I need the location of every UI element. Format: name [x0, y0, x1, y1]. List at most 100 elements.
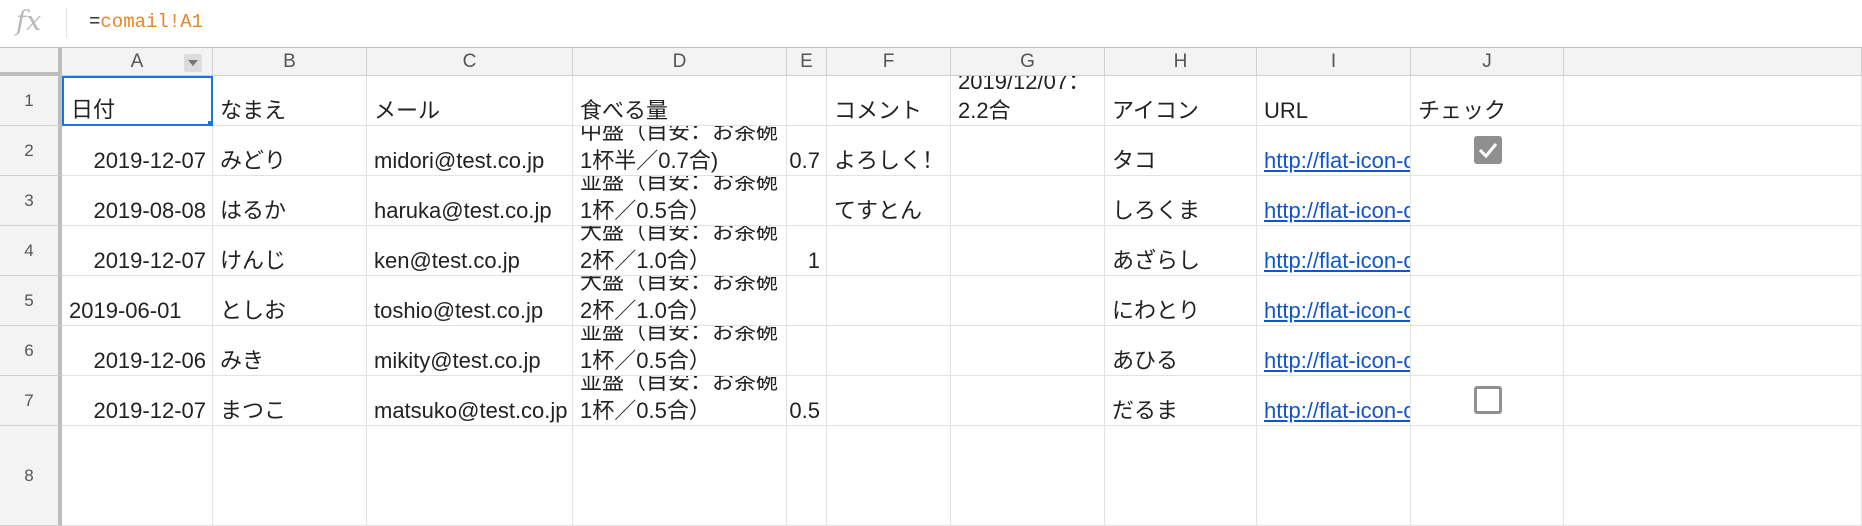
cell-date[interactable]: 2019-12-07 — [62, 126, 213, 176]
cell-comment[interactable] — [827, 376, 951, 426]
cell-date[interactable]: 2019-06-01 — [62, 276, 213, 326]
cell-name[interactable]: まつこ — [213, 376, 367, 426]
cell-email[interactable]: midori@test.co.jp — [367, 126, 573, 176]
column-header-i[interactable]: I — [1257, 48, 1411, 76]
cell-url[interactable]: http://flat-icon-des — [1257, 126, 1411, 176]
cell-g[interactable] — [951, 276, 1105, 326]
cell-e[interactable] — [787, 326, 827, 376]
column-header-h[interactable]: H — [1105, 48, 1257, 76]
cell-url[interactable]: http://flat-icon-des — [1257, 226, 1411, 276]
cell-date[interactable]: 2019-12-07 — [62, 226, 213, 276]
cell-name[interactable]: みき — [213, 326, 367, 376]
cell-e[interactable] — [787, 276, 827, 326]
cell-email[interactable]: toshio@test.co.jp — [367, 276, 573, 326]
cell-icon[interactable]: だるま — [1105, 376, 1257, 426]
cell-comment[interactable] — [827, 276, 951, 326]
cell-empty[interactable] — [367, 426, 573, 526]
header-email[interactable]: メール — [367, 76, 573, 126]
cell-g[interactable] — [951, 176, 1105, 226]
column-header-g[interactable]: G — [951, 48, 1105, 76]
cell-amount[interactable]: 並盛（目安：お茶碗1杯／0.5合） — [573, 326, 787, 376]
cell-name[interactable]: としお — [213, 276, 367, 326]
column-header-e[interactable]: E — [787, 48, 827, 76]
column-header-a[interactable]: A — [62, 48, 213, 76]
cell-e[interactable]: 0.7 — [787, 126, 827, 176]
cell-url[interactable]: http://flat-icon-des — [1257, 176, 1411, 226]
row-header-5[interactable]: 5 — [0, 276, 62, 326]
cell-amount[interactable]: 並盛（目安：お茶碗1杯／0.5合） — [573, 376, 787, 426]
cell-amount[interactable]: 大盛（目安：お茶碗2杯／1.0合） — [573, 226, 787, 276]
formula-input[interactable]: =comail!A1 — [89, 11, 203, 33]
header-name[interactable]: なまえ — [213, 76, 367, 126]
header-icon[interactable]: アイコン — [1105, 76, 1257, 126]
cell-empty[interactable] — [1411, 426, 1564, 526]
cell-icon[interactable]: タコ — [1105, 126, 1257, 176]
cell-icon[interactable]: しろくま — [1105, 176, 1257, 226]
cell-icon[interactable]: あひる — [1105, 326, 1257, 376]
cell-name[interactable]: けんじ — [213, 226, 367, 276]
cell-empty[interactable] — [951, 426, 1105, 526]
cell-empty[interactable] — [573, 426, 787, 526]
row-header-8[interactable]: 8 — [0, 426, 62, 526]
cell-url[interactable]: http://flat-icon-des — [1257, 276, 1411, 326]
url-link[interactable]: http://flat-icon-des — [1264, 296, 1410, 325]
row-header-4[interactable]: 4 — [0, 226, 62, 276]
cell-comment[interactable] — [827, 226, 951, 276]
column-header-b[interactable]: B — [213, 48, 367, 76]
url-link[interactable]: http://flat-icon-des — [1264, 346, 1410, 375]
checkbox-checked-icon[interactable] — [1473, 136, 1502, 164]
row-header-1[interactable]: 1 — [0, 76, 62, 126]
header-summary[interactable]: 2019/12/07：2.2合 — [951, 76, 1105, 126]
cell-empty[interactable] — [827, 426, 951, 526]
cell-check[interactable] — [1411, 176, 1564, 226]
row-header-6[interactable]: 6 — [0, 326, 62, 376]
row-header-7[interactable]: 7 — [0, 376, 62, 426]
column-header-j[interactable]: J — [1411, 48, 1564, 76]
cell-name[interactable]: はるか — [213, 176, 367, 226]
url-link[interactable]: http://flat-icon-des — [1264, 396, 1410, 425]
header-amount[interactable]: 食べる量 — [573, 76, 787, 126]
header-url[interactable]: URL — [1257, 76, 1411, 126]
cell-g[interactable] — [951, 326, 1105, 376]
column-header-d[interactable]: D — [573, 48, 787, 76]
cell-comment[interactable] — [827, 326, 951, 376]
url-link[interactable]: http://flat-icon-des — [1264, 196, 1410, 225]
select-all-corner[interactable] — [0, 48, 62, 76]
checkbox-unchecked-icon[interactable] — [1473, 386, 1502, 414]
url-link[interactable]: http://flat-icon-des — [1264, 146, 1410, 175]
cell-empty[interactable] — [1105, 426, 1257, 526]
cell-check[interactable] — [1411, 226, 1564, 276]
cell-amount[interactable]: 大盛（目安：お茶碗2杯／1.0合） — [573, 276, 787, 326]
cell-empty[interactable] — [787, 426, 827, 526]
cell-email[interactable]: matsuko@test.co.jp — [367, 376, 573, 426]
cell-g[interactable] — [951, 226, 1105, 276]
filter-dropdown-icon[interactable] — [184, 54, 202, 72]
row-header-3[interactable]: 3 — [0, 176, 62, 226]
cell-url[interactable]: http://flat-icon-des — [1257, 326, 1411, 376]
cell-email[interactable]: ken@test.co.jp — [367, 226, 573, 276]
cell-e[interactable]: 0.5 — [787, 376, 827, 426]
cell-icon[interactable]: にわとり — [1105, 276, 1257, 326]
cell-check[interactable] — [1411, 376, 1564, 426]
cell-url[interactable]: http://flat-icon-des — [1257, 376, 1411, 426]
row-header-2[interactable]: 2 — [0, 126, 62, 176]
url-link[interactable]: http://flat-icon-des — [1264, 246, 1410, 275]
cell-check[interactable] — [1411, 326, 1564, 376]
cell-name[interactable]: みどり — [213, 126, 367, 176]
cell-icon[interactable]: あざらし — [1105, 226, 1257, 276]
cell-comment[interactable]: てすとん — [827, 176, 951, 226]
cell-empty[interactable] — [213, 426, 367, 526]
cell-check[interactable] — [1411, 126, 1564, 176]
column-header-f[interactable]: F — [827, 48, 951, 76]
cell-amount[interactable]: 中盛（目安：お茶碗1杯半／0.7合) — [573, 126, 787, 176]
cell-date[interactable]: 2019-12-07 — [62, 376, 213, 426]
header-check[interactable]: チェック — [1411, 76, 1564, 126]
header-comment[interactable]: コメント — [827, 76, 951, 126]
header-e[interactable] — [787, 76, 827, 126]
cell-date[interactable]: 2019-08-08 — [62, 176, 213, 226]
cell-e[interactable] — [787, 176, 827, 226]
cell-g[interactable] — [951, 126, 1105, 176]
header-date[interactable]: 日付 — [62, 76, 213, 126]
cell-empty[interactable] — [1257, 426, 1411, 526]
cell-check[interactable] — [1411, 276, 1564, 326]
